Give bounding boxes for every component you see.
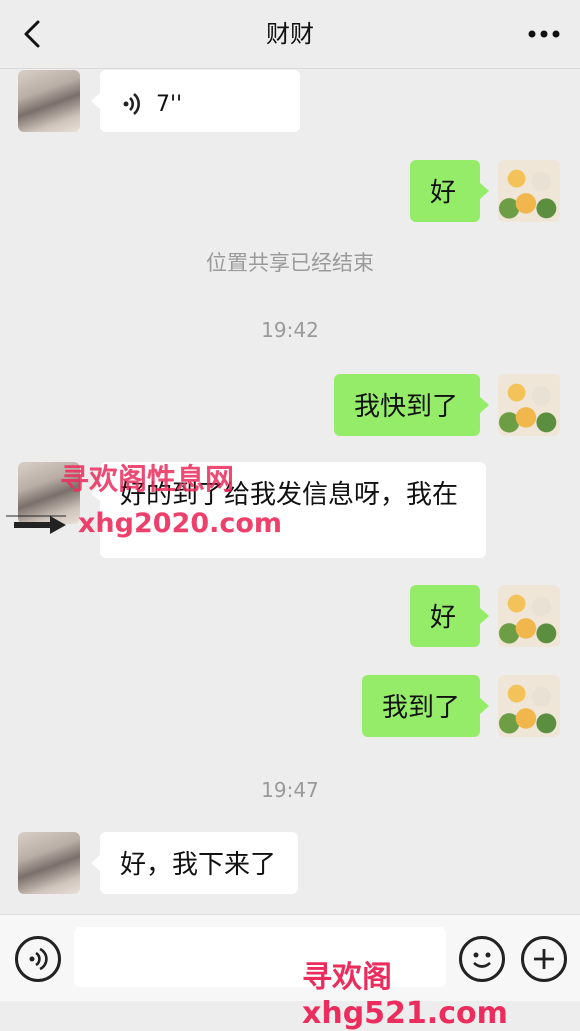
timestamp: 19:47 <box>261 778 319 802</box>
message-bubble-mine[interactable]: 好 <box>410 585 489 647</box>
message-text: 好 <box>430 178 457 208</box>
system-notice: 位置共享已经结束 <box>206 251 374 275</box>
watermark-url: xhg2020.com <box>78 508 283 539</box>
my-avatar[interactable] <box>498 160 560 222</box>
watermark-site-name: 寻欢阁性息网 <box>60 462 235 496</box>
message-bubble-theirs[interactable]: 好，我下来了 <box>91 832 298 894</box>
voice-icon[interactable] <box>15 936 61 982</box>
message-text: 好 <box>430 603 457 633</box>
more-dots-icon[interactable] <box>526 24 562 44</box>
message-bubble-mine[interactable]: 我快到了 <box>334 374 489 436</box>
my-avatar[interactable] <box>498 374 560 436</box>
message-text: 我快到了 <box>354 392 459 422</box>
voice-duration: 7'' <box>156 92 183 117</box>
voice-wave-icon <box>123 92 140 115</box>
chat-title: 财财 <box>266 20 314 48</box>
contact-avatar[interactable] <box>18 70 80 132</box>
message-text: 好，我下来了 <box>120 850 277 880</box>
my-avatar[interactable] <box>498 585 560 647</box>
message-text: 我到了 <box>382 693 461 723</box>
timestamp: 19:42 <box>261 318 319 342</box>
my-avatar[interactable] <box>498 675 560 737</box>
message-bubble-mine[interactable]: 我到了 <box>362 675 489 737</box>
watermark-arrow-icon <box>6 515 66 534</box>
chat-header: 财财 <box>0 0 580 69</box>
contact-avatar[interactable] <box>18 832 80 894</box>
watermark-bottom: 寻欢阁xhg521.com <box>302 960 508 1031</box>
voice-message-bubble[interactable]: 7'' <box>91 70 300 132</box>
message-bubble-mine[interactable]: 好 <box>410 160 489 222</box>
